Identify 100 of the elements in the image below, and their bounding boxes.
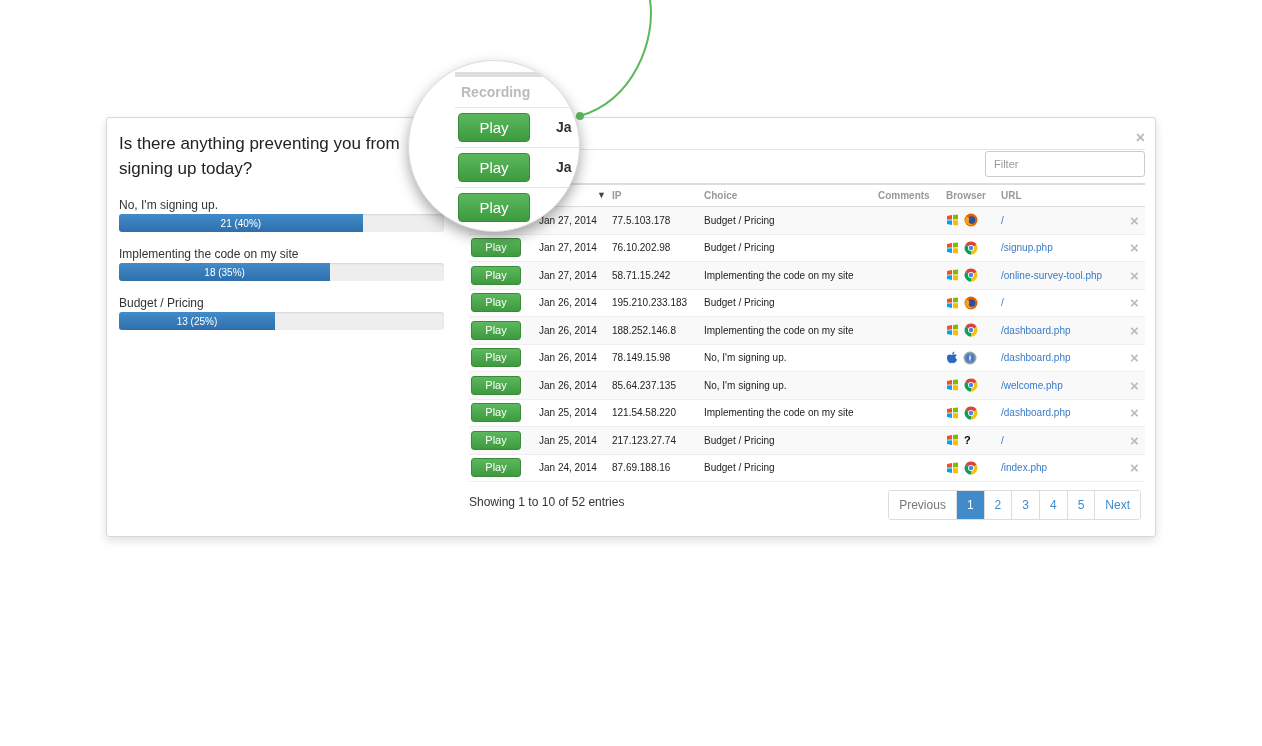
remove-button[interactable]: × <box>1130 350 1139 366</box>
ip-cell: 188.252.146.8 <box>612 324 676 336</box>
choice-cell: Implementing the code on my site <box>704 407 854 419</box>
url-link[interactable]: /dashboard.php <box>1001 407 1071 419</box>
apple-logo-icon <box>946 351 958 365</box>
filter-field[interactable]: Filter <box>985 151 1145 177</box>
choice-cell: Budget / Pricing <box>704 242 775 254</box>
play-button[interactable]: Play <box>471 320 521 340</box>
url-link[interactable]: /dashboard.php <box>1001 352 1071 364</box>
answer-count: 18 (35%) <box>204 265 245 280</box>
ip-cell: 77.5.103.178 <box>612 214 671 226</box>
page-button[interactable]: Next <box>1094 491 1140 519</box>
ip-cell: 195.210.233.183 <box>612 297 688 309</box>
url-link[interactable]: / <box>1001 297 1004 309</box>
answer-count: 21 (40%) <box>220 216 262 231</box>
ip-cell: 87.69.188.16 <box>612 462 671 474</box>
remove-button[interactable]: × <box>1130 432 1139 448</box>
unknown-browser-icon: ? <box>964 432 971 449</box>
url-link[interactable]: / <box>1001 214 1004 226</box>
windows-logo-icon <box>946 406 959 419</box>
column-header[interactable]: Choice <box>704 190 738 201</box>
ip-cell: 121.54.58.220 <box>612 407 676 419</box>
remove-button[interactable]: × <box>1130 295 1139 311</box>
compass-icon <box>963 350 977 365</box>
ip-cell: 76.10.202.98 <box>612 242 671 254</box>
remove-button[interactable]: × <box>1130 405 1139 421</box>
column-header[interactable]: IP <box>612 190 622 201</box>
date-cell: Jan 27, 2014 <box>539 269 597 281</box>
page-button[interactable]: 1 <box>955 491 984 519</box>
windows-logo-icon <box>946 241 959 254</box>
column-header[interactable]: Comments <box>878 190 930 201</box>
play-button[interactable]: Play <box>471 238 521 258</box>
ip-cell: 78.149.15.98 <box>612 352 671 364</box>
play-button[interactable]: Play <box>458 153 530 182</box>
firefox-icon <box>964 295 978 310</box>
windows-logo-icon <box>946 324 959 337</box>
url-link[interactable]: /index.php <box>1001 462 1048 474</box>
windows-logo-icon <box>946 296 959 309</box>
ip-cell: 85.64.237.135 <box>612 379 676 391</box>
play-button[interactable]: Play <box>471 293 521 313</box>
entries-summary: Showing 1 to 10 of 52 entries <box>469 494 625 511</box>
play-button[interactable]: Play <box>471 265 521 285</box>
choice-cell: Budget / Pricing <box>704 214 775 226</box>
chrome-icon <box>964 378 978 393</box>
windows-logo-icon <box>946 461 959 474</box>
windows-logo-icon <box>946 434 959 447</box>
chrome-icon <box>964 268 978 283</box>
play-button[interactable]: Play <box>471 375 521 395</box>
remove-button[interactable]: × <box>1130 267 1139 283</box>
remove-button[interactable]: × <box>1130 212 1139 228</box>
play-button[interactable]: Play <box>458 113 530 142</box>
choice-cell: No, I'm signing up. <box>704 352 787 364</box>
play-button[interactable]: Play <box>471 430 521 450</box>
date-cell: Jan 26, 2014 <box>539 352 597 364</box>
choice-cell: Implementing the code on my site <box>704 324 854 336</box>
remove-button[interactable]: × <box>1130 322 1139 338</box>
play-button[interactable]: Play <box>471 348 521 368</box>
column-header[interactable]: Recording <box>461 81 531 103</box>
answer-count: 13 (25%) <box>176 314 218 329</box>
column-header[interactable]: Browser <box>946 190 986 201</box>
date-cell: Jan 24, 2014 <box>539 462 597 474</box>
chrome-icon <box>964 405 978 420</box>
choice-cell: Budget / Pricing <box>704 434 775 446</box>
answer-label: Budget / Pricing <box>119 295 204 311</box>
sort-arrow-icon[interactable]: ▼ <box>597 188 606 203</box>
url-link[interactable]: /dashboard.php <box>1001 324 1071 336</box>
remove-button[interactable]: × <box>1130 377 1139 393</box>
column-header[interactable]: URL <box>1001 190 1022 201</box>
chrome-icon <box>964 460 978 475</box>
remove-button[interactable]: × <box>1130 460 1139 476</box>
url-link[interactable]: /signup.php <box>1001 242 1053 254</box>
date-cell: Jan 25, 2014 <box>539 407 597 419</box>
answer-label: Implementing the code on my site <box>119 246 299 262</box>
date-cell: Jan 26, 2014 <box>539 379 597 391</box>
date-cell-text: Ja <box>556 118 572 137</box>
answer-label: No, I'm signing up. <box>119 197 218 213</box>
url-link[interactable]: /online-survey-tool.php <box>1001 269 1103 281</box>
play-button[interactable]: Play <box>471 458 521 478</box>
poll-question: Is there anything preventing you from signing up today? <box>119 133 401 180</box>
date-cell: Jan 26, 2014 <box>539 297 597 309</box>
url-link[interactable]: / <box>1001 434 1004 446</box>
choice-cell: Budget / Pricing <box>704 462 775 474</box>
date-cell: Jan 26, 2014 <box>539 324 597 336</box>
date-cell: Jan 27, 2014 <box>539 214 597 226</box>
play-button[interactable]: Play <box>458 193 530 222</box>
windows-logo-icon <box>946 214 959 227</box>
chrome-icon <box>964 323 978 338</box>
date-cell-text: Ja <box>556 158 572 177</box>
play-button[interactable]: Play <box>471 403 521 423</box>
ip-cell: 217.123.27.74 <box>612 434 676 446</box>
close-button[interactable]: × <box>1135 130 1145 146</box>
url-link[interactable]: /welcome.php <box>1001 379 1063 391</box>
choice-cell: No, I'm signing up. <box>704 379 787 391</box>
chrome-icon <box>964 240 978 255</box>
windows-logo-icon <box>946 379 959 392</box>
remove-button[interactable]: × <box>1130 240 1139 256</box>
firefox-icon <box>964 213 978 228</box>
choice-cell: Budget / Pricing <box>704 297 775 309</box>
choice-cell: Implementing the code on my site <box>704 269 854 281</box>
ip-cell: 58.71.15.242 <box>612 269 671 281</box>
